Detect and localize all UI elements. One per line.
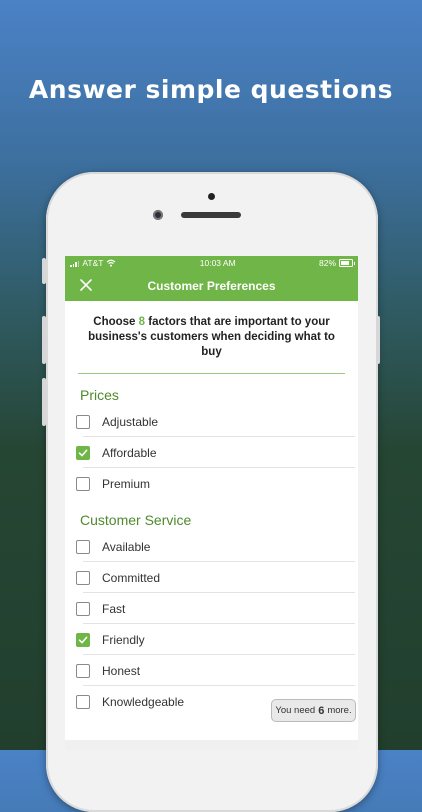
battery-percent: 82% xyxy=(318,258,336,268)
bottom-bar xyxy=(65,740,358,750)
checkbox[interactable] xyxy=(76,476,90,491)
option-row[interactable]: Available xyxy=(65,531,358,562)
earpiece-speaker xyxy=(181,212,241,218)
proximity-sensor xyxy=(208,193,215,200)
option-label: Honest xyxy=(102,663,141,678)
volume-up-button xyxy=(42,316,46,364)
remaining-count: 6 xyxy=(318,704,325,717)
checkbox-checked[interactable] xyxy=(76,632,90,647)
option-label: Premium xyxy=(102,476,151,491)
instruction-prefix: Choose xyxy=(93,316,136,328)
option-label: Friendly xyxy=(102,632,145,647)
volume-down-button xyxy=(42,378,46,426)
option-label: Affordable xyxy=(102,445,157,460)
front-camera xyxy=(153,210,163,220)
option-label: Committed xyxy=(102,570,161,585)
signal-icon xyxy=(70,260,80,267)
section-title: Customer Service xyxy=(80,512,192,528)
wifi-icon xyxy=(107,259,116,267)
options-list: Prices Adjustable Affordable Premium Custome… xyxy=(65,374,358,717)
option-row[interactable]: Friendly xyxy=(65,624,358,655)
remaining-badge: You need 6 more. xyxy=(271,699,356,722)
option-row[interactable]: Affordable xyxy=(65,437,358,468)
option-row[interactable]: Adjustable xyxy=(65,406,358,437)
checkbox-checked[interactable] xyxy=(76,445,90,460)
checkmark-icon xyxy=(78,449,88,456)
clock-label: 10:03 AM xyxy=(199,258,236,268)
option-row[interactable]: Premium xyxy=(65,468,358,499)
checkbox[interactable] xyxy=(76,663,90,678)
battery-icon xyxy=(339,259,355,267)
remaining-suffix: more. xyxy=(327,705,352,716)
option-label: Adjustable xyxy=(102,414,159,429)
checkbox[interactable] xyxy=(76,414,90,429)
instruction-text: Choose 8 factors that are important to y… xyxy=(65,301,358,360)
power-button xyxy=(376,316,380,364)
checkbox[interactable] xyxy=(76,694,90,709)
checkbox[interactable] xyxy=(76,570,90,585)
nav-bar: Customer Preferences xyxy=(65,270,358,301)
option-row[interactable]: Committed xyxy=(65,562,358,593)
option-label: Knowledgeable xyxy=(102,694,185,709)
option-row[interactable]: Fast xyxy=(65,593,358,624)
checkbox[interactable] xyxy=(76,601,90,616)
required-count: 8 xyxy=(138,316,146,328)
mute-switch xyxy=(42,258,46,284)
option-row[interactable]: Honest xyxy=(65,655,358,686)
close-icon[interactable] xyxy=(78,277,94,293)
status-bar: AT&T 10:03 AM 82% xyxy=(65,256,358,270)
app-screen: AT&T 10:03 AM 82% Customer Preferences C… xyxy=(65,256,358,750)
page-title: Customer Preferences xyxy=(147,278,276,293)
carrier-label: AT&T xyxy=(82,258,104,268)
section-title: Prices xyxy=(80,387,119,403)
option-label: Fast xyxy=(102,601,126,616)
headline: Answer simple questions xyxy=(28,75,394,104)
remaining-prefix: You need xyxy=(275,705,316,716)
checkbox[interactable] xyxy=(76,539,90,554)
option-label: Available xyxy=(102,539,151,554)
checkmark-icon xyxy=(78,636,88,643)
